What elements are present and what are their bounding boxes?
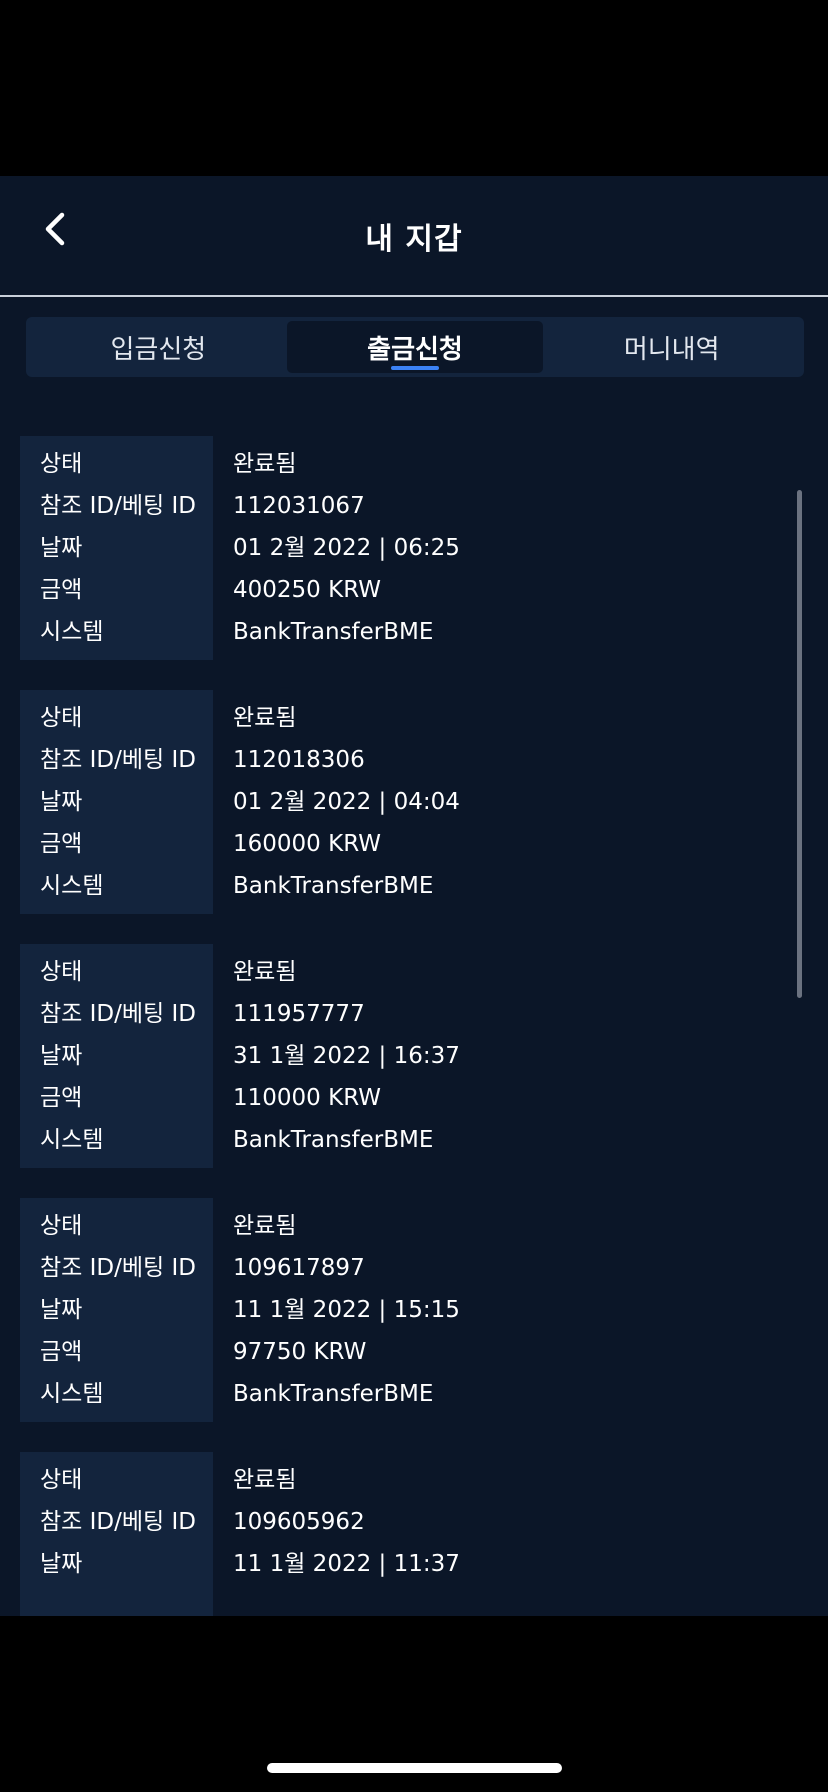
date-row: 날짜 11 1월 2022 | 11:37	[20, 1543, 790, 1585]
amount-row: 금액 110000 KRW	[20, 1077, 790, 1119]
transaction-list[interactable]: 상태 완료됨 참조 ID/베팅 ID 112031067 날짜 01 2월 20…	[20, 436, 790, 1616]
scrollbar[interactable]	[797, 490, 802, 998]
system-label: 시스템	[40, 1381, 104, 1407]
amount-row: 금액 160000 KRW	[20, 823, 790, 865]
ref-label: 참조 ID/베팅 ID	[40, 1509, 196, 1535]
status-row: 상태 완료됨	[20, 443, 790, 485]
active-tab-indicator	[391, 366, 439, 370]
status-label: 상태	[40, 451, 83, 477]
transaction-card: 상태 완료됨 참조 ID/베팅 ID 111957777 날짜 31 1월 20…	[20, 944, 790, 1168]
amount-label: 금액	[40, 1339, 83, 1365]
status-bar-area	[0, 0, 828, 176]
status-label: 상태	[40, 1467, 83, 1493]
status-row: 상태 완료됨	[20, 1459, 790, 1501]
system-label: 시스템	[40, 1127, 104, 1153]
date-label: 날짜	[40, 789, 83, 815]
date-value: 01 2월 2022 | 06:25	[233, 535, 460, 561]
amount-row: 금액 97750 KRW	[20, 1331, 790, 1373]
amount-value: 160000 KRW	[233, 831, 381, 857]
transaction-card: 상태 완료됨 참조 ID/베팅 ID 112031067 날짜 01 2월 20…	[20, 436, 790, 660]
ref-row: 참조 ID/베팅 ID 111957777	[20, 993, 790, 1035]
status-value: 완료됨	[233, 1213, 297, 1239]
system-row: 시스템 BankTransferBME	[20, 611, 790, 653]
status-value: 완료됨	[233, 451, 297, 477]
tab-label: 머니내역	[623, 334, 720, 365]
status-row: 상태 완료됨	[20, 951, 790, 993]
wallet-tabs: 입금신청 출금신청 머니내역	[26, 317, 804, 377]
status-row: 상태 완료됨	[20, 1205, 790, 1247]
top-header: 내 지갑	[0, 176, 828, 297]
date-row: 날짜 01 2월 2022 | 06:25	[20, 527, 790, 569]
ref-value: 109617897	[233, 1255, 365, 1281]
date-value: 11 1월 2022 | 15:15	[233, 1297, 460, 1323]
system-row: 시스템 BankTransferBME	[20, 1373, 790, 1415]
tab-label: 출금신청	[367, 334, 463, 365]
status-label: 상태	[40, 1213, 83, 1239]
status-row: 상태 완료됨	[20, 697, 790, 739]
date-label: 날짜	[40, 1043, 83, 1069]
system-value: BankTransferBME	[233, 619, 434, 645]
chevron-left-icon	[45, 212, 65, 246]
tab-deposit-request[interactable]: 입금신청	[30, 321, 287, 373]
ref-value: 111957777	[233, 1001, 365, 1027]
date-value: 01 2월 2022 | 04:04	[233, 789, 460, 815]
wallet-screen: 내 지갑 입금신청 출금신청 머니내역 상태 완료됨 참조 ID/베팅 ID 1…	[0, 176, 828, 1616]
system-value: BankTransferBME	[233, 873, 434, 899]
tab-label: 입금신청	[110, 334, 207, 365]
transaction-card: 상태 완료됨 참조 ID/베팅 ID 112018306 날짜 01 2월 20…	[20, 690, 790, 914]
ref-value: 112018306	[233, 747, 365, 773]
system-value: BankTransferBME	[233, 1127, 434, 1153]
ref-value: 112031067	[233, 493, 365, 519]
ref-row: 참조 ID/베팅 ID 109605962	[20, 1501, 790, 1543]
status-value: 완료됨	[233, 1467, 297, 1493]
date-value: 11 1월 2022 | 11:37	[233, 1551, 460, 1577]
date-row: 날짜 11 1월 2022 | 15:15	[20, 1289, 790, 1331]
status-value: 완료됨	[233, 705, 297, 731]
home-indicator[interactable]	[267, 1763, 562, 1773]
system-label: 시스템	[40, 873, 104, 899]
transaction-card: 상태 완료됨 참조 ID/베팅 ID 109617897 날짜 11 1월 20…	[20, 1198, 790, 1422]
status-label: 상태	[40, 959, 83, 985]
date-label: 날짜	[40, 535, 83, 561]
status-value: 완료됨	[233, 959, 297, 985]
system-label: 시스템	[40, 619, 104, 645]
amount-label: 금액	[40, 577, 83, 603]
status-label: 상태	[40, 705, 83, 731]
back-button[interactable]	[30, 204, 80, 254]
amount-label: 금액	[40, 831, 83, 857]
amount-value: 97750 KRW	[233, 1339, 367, 1365]
date-value: 31 1월 2022 | 16:37	[233, 1043, 460, 1069]
tab-money-history[interactable]: 머니내역	[543, 321, 800, 373]
page-title: 내 지갑	[365, 221, 463, 257]
date-label: 날짜	[40, 1551, 83, 1577]
ref-label: 참조 ID/베팅 ID	[40, 747, 196, 773]
tab-withdrawal-request[interactable]: 출금신청	[286, 321, 544, 373]
ref-label: 참조 ID/베팅 ID	[40, 1001, 196, 1027]
amount-row: 금액 400250 KRW	[20, 569, 790, 611]
ref-row: 참조 ID/베팅 ID 112018306	[20, 739, 790, 781]
amount-label: 금액	[40, 1085, 83, 1111]
ref-label: 참조 ID/베팅 ID	[40, 493, 196, 519]
ref-value: 109605962	[233, 1509, 365, 1535]
amount-value: 400250 KRW	[233, 577, 381, 603]
amount-value: 110000 KRW	[233, 1085, 381, 1111]
ref-label: 참조 ID/베팅 ID	[40, 1255, 196, 1281]
system-row: 시스템 BankTransferBME	[20, 1119, 790, 1161]
system-row: 시스템 BankTransferBME	[20, 865, 790, 907]
date-row: 날짜 31 1월 2022 | 16:37	[20, 1035, 790, 1077]
date-label: 날짜	[40, 1297, 83, 1323]
ref-row: 참조 ID/베팅 ID 112031067	[20, 485, 790, 527]
ref-row: 참조 ID/베팅 ID 109617897	[20, 1247, 790, 1289]
transaction-card: 상태 완료됨 참조 ID/베팅 ID 109605962 날짜 11 1월 20…	[20, 1452, 790, 1616]
date-row: 날짜 01 2월 2022 | 04:04	[20, 781, 790, 823]
system-value: BankTransferBME	[233, 1381, 434, 1407]
